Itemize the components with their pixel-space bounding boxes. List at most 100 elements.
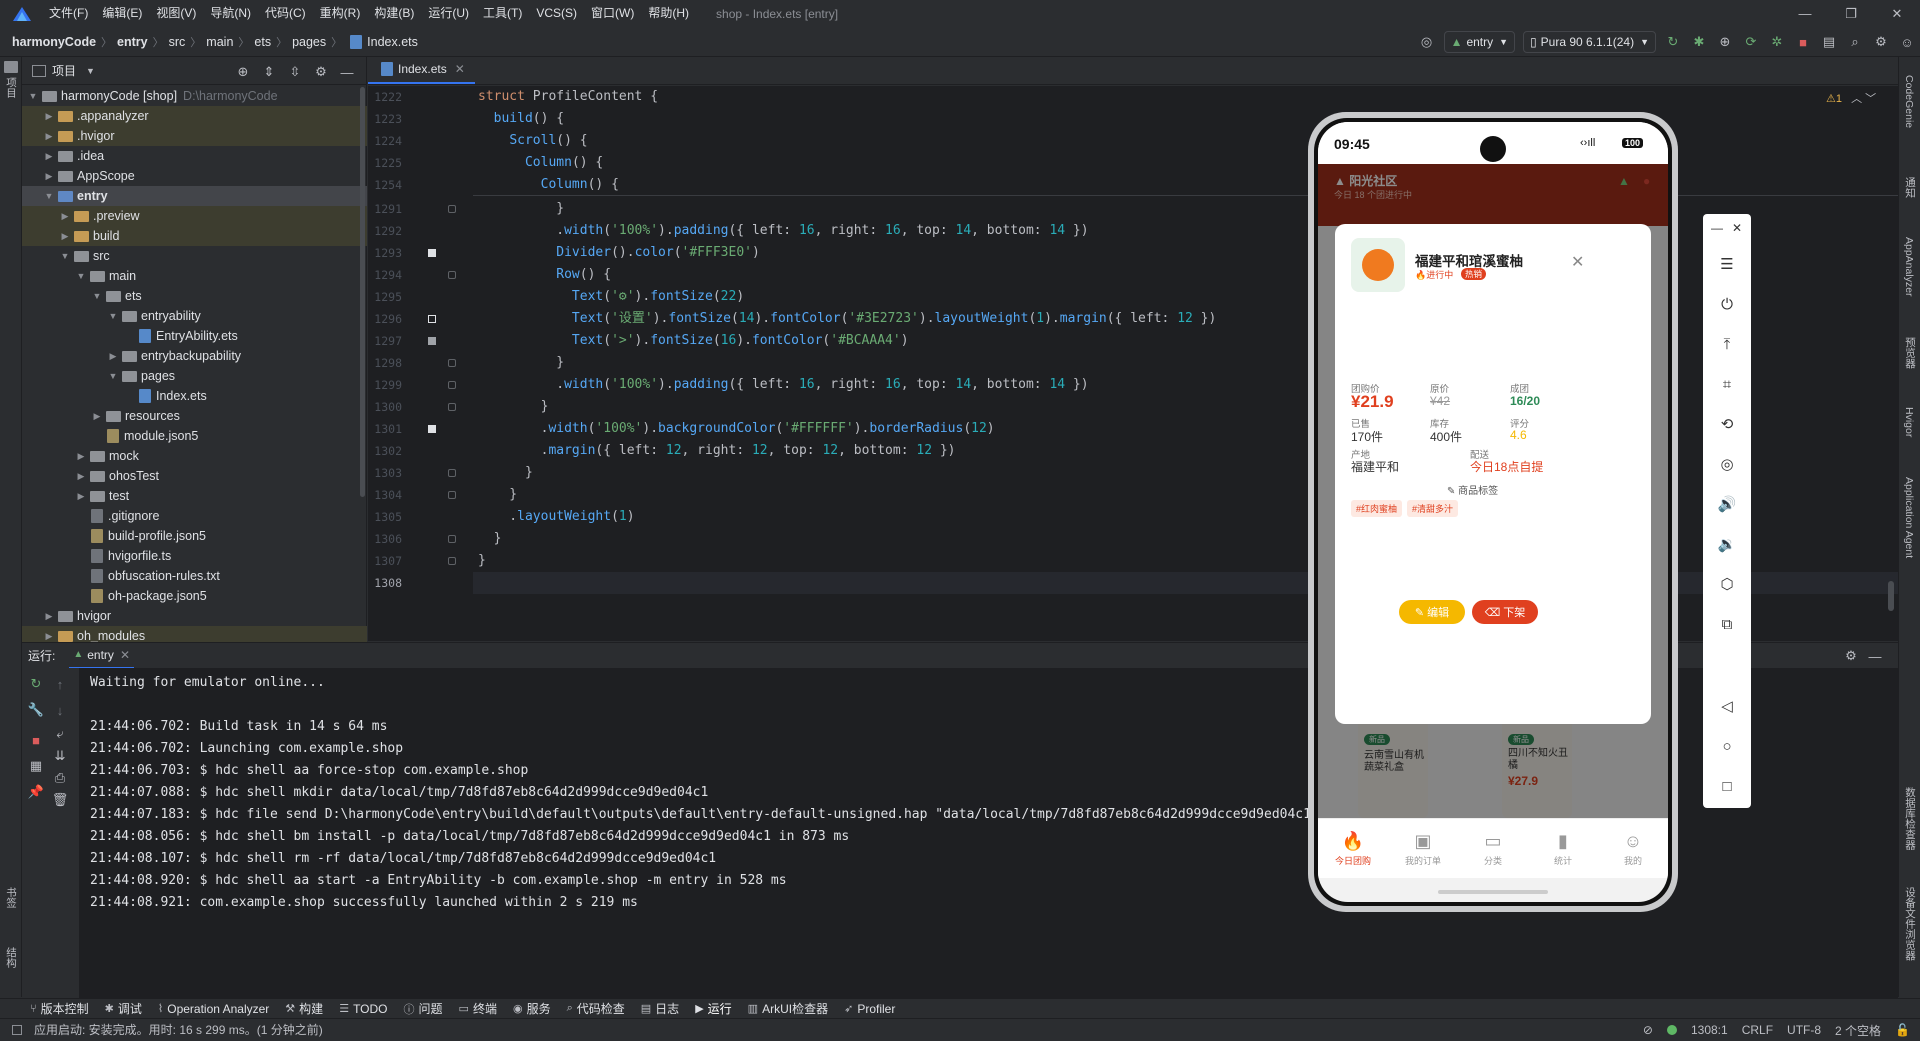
fold-marker-icon[interactable] — [448, 469, 456, 477]
tab-today-group[interactable]: 🔥 今日团购 — [1318, 819, 1388, 878]
scroll-to-end-icon[interactable]: ⇊ — [52, 748, 68, 764]
indent-setting[interactable]: 2 个空格 — [1835, 1022, 1881, 1039]
menu-edit[interactable]: 编辑(E) — [95, 0, 149, 27]
tree-item[interactable]: ▼ main — [22, 266, 367, 286]
tool-run[interactable]: ▶ 运行 — [695, 1000, 731, 1017]
locate-icon[interactable]: ⊕ — [232, 61, 254, 83]
back-icon[interactable]: ◁ — [1717, 696, 1737, 716]
tree-item[interactable]: EntryAbility.ets — [22, 326, 367, 346]
close-icon[interactable]: ✕ — [1874, 0, 1920, 27]
tab-category[interactable]: ▭ 分类 — [1458, 819, 1528, 878]
tree-item[interactable]: Index.ets — [22, 386, 367, 406]
tool-terminal[interactable]: ▭ 终端 — [459, 1000, 497, 1017]
breadcrumb-pages[interactable]: pages — [292, 35, 326, 49]
pin-icon[interactable]: 📌 — [28, 784, 44, 800]
menu-build[interactable]: 构建(B) — [367, 0, 421, 27]
debug-icon[interactable]: ✱ — [1688, 31, 1710, 53]
menu-view[interactable]: 视图(V) — [149, 0, 203, 27]
breakpoint-marker[interactable] — [428, 337, 436, 345]
breadcrumb-main[interactable]: main — [206, 35, 233, 49]
tree-scrollbar[interactable] — [360, 87, 365, 497]
device-select[interactable]: ▯ Pura 90 6.1.1(24) ▼ — [1523, 31, 1656, 53]
emulator-screen[interactable]: 09:45 ‹›ıll 100 ▲ 阳光社区 今日 18 个团进行中 ▲ ● 新… — [1318, 122, 1668, 902]
fold-marker-icon[interactable] — [448, 381, 456, 389]
close-icon[interactable]: ✕ — [1727, 218, 1747, 238]
tree-item[interactable]: ▶ .preview — [22, 206, 367, 226]
tree-item[interactable]: ▼ src — [22, 246, 367, 266]
hide-panel-icon[interactable]: — — [1864, 645, 1886, 667]
search-icon[interactable]: ⌕ — [1844, 31, 1866, 53]
menu-code[interactable]: 代码(C) — [258, 0, 313, 27]
close-tab-icon[interactable]: ✕ — [120, 648, 130, 662]
tree-item[interactable]: obfuscation-rules.txt — [22, 566, 367, 586]
breadcrumb-file[interactable]: Index.ets — [367, 35, 418, 49]
expand-all-icon[interactable]: ⇕ — [258, 61, 280, 83]
tree-item[interactable]: hvigorfile.ts — [22, 546, 367, 566]
project-panel-title[interactable]: 项目 — [52, 62, 76, 79]
fold-marker-icon[interactable] — [448, 491, 456, 499]
run-tab-entry[interactable]: ▲ entry ✕ — [69, 643, 134, 669]
recents-icon[interactable]: □ — [1717, 776, 1737, 796]
tool-code-inspect[interactable]: ⌕ 代码检查 — [567, 1000, 625, 1017]
structure-tool-label[interactable]: 结构 — [4, 947, 19, 968]
file-encoding[interactable]: UTF-8 — [1787, 1023, 1821, 1037]
breadcrumb-ets[interactable]: ets — [254, 35, 271, 49]
breadcrumb-entry[interactable]: entry — [117, 35, 148, 49]
tree-item[interactable]: build-profile.json5 — [22, 526, 367, 546]
tree-item[interactable]: ▼ entry — [22, 186, 367, 206]
screen-record-icon[interactable]: ◎ — [1717, 454, 1737, 474]
tree-item[interactable]: ▶ .hvigor — [22, 126, 367, 146]
tree-item[interactable]: ▶ hvigor — [22, 606, 367, 626]
tree-item[interactable]: ▶ .appanalyzer — [22, 106, 367, 126]
editor-scrollbar[interactable] — [1888, 581, 1894, 611]
tree-item[interactable]: ▶ test — [22, 486, 367, 506]
tree-item[interactable]: ▶ build — [22, 226, 367, 246]
rotate-icon[interactable]: ⟲ — [1717, 414, 1737, 434]
settings-icon[interactable]: ⚙ — [1870, 31, 1892, 53]
target-icon[interactable]: ◎ — [1416, 31, 1438, 53]
chevron-down-icon[interactable]: ▼ — [86, 66, 95, 76]
tree-item[interactable]: module.json5 — [22, 426, 367, 446]
breakpoint-marker[interactable] — [428, 249, 436, 257]
tool-version-control[interactable]: ⑂ 版本控制 — [30, 1000, 89, 1017]
tool-arkui-inspector[interactable]: ▥ ArkUI检查器 — [748, 1000, 828, 1017]
tree-item[interactable]: ▶ mock — [22, 446, 367, 466]
fold-marker-icon[interactable] — [448, 271, 456, 279]
profile-icon[interactable]: ⊕ — [1714, 31, 1736, 53]
readonly-lock-icon[interactable]: 🔓 — [1895, 1023, 1910, 1037]
database-inspector-tool[interactable]: 数据库检查器 — [1903, 787, 1918, 850]
edit-button[interactable]: ✎ 编辑 — [1399, 600, 1465, 624]
account-icon[interactable]: ☺ — [1896, 31, 1918, 53]
screenshot-icon[interactable]: ⧉ — [1717, 614, 1737, 634]
chevron-down-icon[interactable]: ﹀ — [1865, 93, 1876, 105]
tool-debug[interactable]: ✱ 调试 — [105, 1000, 142, 1017]
appanalyzer-tool[interactable]: AppAnalyzer — [1903, 237, 1915, 297]
fold-device-icon[interactable]: ⬡ — [1717, 574, 1737, 594]
previewer-tool[interactable]: 预览器 — [1903, 337, 1918, 369]
menu-tools[interactable]: 工具(T) — [476, 0, 529, 27]
status-message[interactable]: 应用启动: 安装完成。用时: 16 s 299 ms。(1 分钟之前) — [34, 1021, 323, 1038]
menu-vcs[interactable]: VCS(S) — [529, 0, 584, 27]
menu-help[interactable]: 帮助(H) — [641, 0, 696, 27]
problems-indicator[interactable]: ⚠1 ︿ ﹀ — [1826, 90, 1876, 106]
tab-mine[interactable]: ☺ 我的 — [1598, 819, 1668, 878]
device-file-browser-tool[interactable]: 设备文件浏览器 — [1903, 887, 1918, 961]
home-indicator[interactable] — [1438, 890, 1548, 894]
project-tool-label[interactable]: 项目 — [4, 77, 19, 98]
menu-icon[interactable]: ☰ — [1717, 254, 1737, 274]
tree-item[interactable]: ▼ pages — [22, 366, 367, 386]
hvigor-tool[interactable]: Hvigor — [1903, 407, 1915, 437]
trash-icon[interactable]: 🗑 — [52, 792, 69, 808]
hide-panel-icon[interactable]: — — [336, 61, 358, 83]
tree-item[interactable]: ▶ entrybackupability — [22, 346, 367, 366]
wrench-icon[interactable]: 🔧 — [28, 702, 44, 718]
apply-changes-icon[interactable]: ⟳ — [1740, 31, 1762, 53]
menu-refactor[interactable]: 重构(R) — [313, 0, 368, 27]
collapse-all-icon[interactable]: ⇳ — [284, 61, 306, 83]
rerun-icon[interactable]: ↻ — [1662, 31, 1684, 53]
breadcrumb-project[interactable]: harmonyCode — [12, 35, 96, 49]
volume-down-icon[interactable]: 🔉 — [1717, 534, 1737, 554]
tool-services[interactable]: ◉ 服务 — [513, 1000, 551, 1017]
bookmarks-tool-label[interactable]: 书签 — [4, 887, 19, 908]
arrow-down-icon[interactable]: ↓ — [52, 702, 68, 718]
